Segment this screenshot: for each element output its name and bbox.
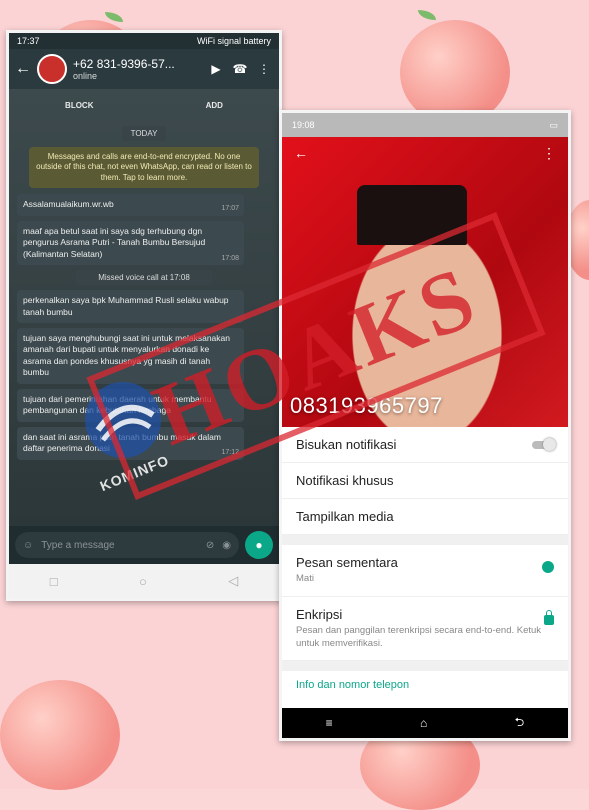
home-icon[interactable]: ○ (139, 574, 147, 589)
section-divider (282, 535, 568, 545)
message-input-bar: ☺ Type a message ⊘ ◉ ● (9, 526, 279, 564)
message-text: perkenalkan saya bpk Muhammad Rusli sela… (23, 295, 229, 317)
back-arrow-icon[interactable]: ← (294, 145, 308, 162)
menu-dots-icon[interactable]: ⋮ (542, 145, 556, 162)
contact-avatar[interactable] (37, 54, 67, 84)
setting-label: Pesan sementara (296, 555, 398, 570)
setting-disappearing-messages[interactable]: Pesan sementara Mati (282, 545, 568, 597)
home-icon[interactable]: ⌂ (420, 716, 427, 730)
message-bubble: Assalamualaikum.wr.wb 17:07 (17, 194, 244, 216)
contact-info-screenshot: 19:08 ▭ ← ⋮ 083193965797 Bisukan notifik… (279, 110, 571, 741)
battery-icon: ▭ (549, 119, 558, 130)
mic-icon: ● (255, 538, 263, 552)
block-button[interactable]: BLOCK (65, 101, 93, 110)
setting-subtitle: Mati (296, 573, 314, 584)
contact-number: +62 831-9396-57... (73, 57, 175, 71)
contact-status: online (73, 71, 98, 81)
status-time: 19:08 (292, 120, 315, 130)
message-text: maaf apa betul saat ini saya sdg terhubu… (23, 225, 206, 259)
info-phone-section: Info dan nomor telepon (296, 679, 410, 692)
emoji-icon[interactable]: ☺ (23, 540, 33, 551)
attach-icon[interactable]: ⊘ (206, 540, 214, 551)
message-bubble: perkenalkan saya bpk Muhammad Rusli sela… (17, 290, 244, 323)
android-nav-bar: □ ○ ◁ (9, 564, 279, 598)
setting-label: Enkripsi (296, 606, 343, 622)
status-bar: 19:08 ▭ (282, 113, 568, 137)
message-placeholder: Type a message (41, 539, 115, 551)
message-time: 17:08 (221, 254, 239, 262)
message-bubble: maaf apa betul saat ini saya sdg terhubu… (17, 220, 244, 266)
encryption-notice[interactable]: Messages and calls are end-to-end encryp… (29, 147, 259, 189)
section-divider (282, 661, 568, 672)
setting-label: Tampilkan media (296, 509, 394, 524)
menu-icon[interactable]: ≡ (326, 716, 333, 730)
status-icons: WiFi signal battery (196, 36, 271, 46)
setting-custom-notifications[interactable]: Notifikasi khusus (282, 463, 568, 499)
timer-icon (542, 561, 554, 573)
status-time: 17:37 (17, 36, 40, 46)
message-time: 17:07 (221, 205, 239, 213)
profile-topbar: ← ⋮ (282, 145, 568, 162)
call-icon[interactable]: ☎ (231, 62, 249, 76)
mic-button[interactable]: ● (245, 531, 273, 559)
back-arrow-icon[interactable]: ← (15, 60, 31, 78)
menu-dots-icon[interactable]: ⋮ (255, 62, 273, 76)
back-icon[interactable]: ⮌ (515, 713, 525, 734)
android-nav-bar: ≡ ⌂ ⮌ (282, 708, 568, 738)
setting-mute-notifications[interactable]: Bisukan notifikasi (282, 427, 568, 463)
date-chip: TODAY (122, 126, 166, 141)
peach-decoration (0, 680, 120, 790)
setting-subtitle: Pesan dan panggilan terenkripsi secara e… (296, 624, 542, 649)
unknown-contact-actions: BLOCK ADD (9, 89, 279, 122)
message-input[interactable]: ☺ Type a message ⊘ ◉ (15, 532, 239, 558)
add-button[interactable]: ADD (206, 101, 223, 110)
message-text: Assalamualaikum.wr.wb (23, 199, 114, 210)
setting-label: Notifikasi khusus (296, 473, 394, 488)
lock-icon (544, 609, 554, 625)
setting-encryption[interactable]: Enkripsi Pesan dan panggilan terenkripsi… (282, 597, 568, 662)
setting-show-media[interactable]: Tampilkan media (282, 499, 568, 535)
camera-icon[interactable]: ◉ (222, 540, 231, 551)
video-icon[interactable]: ▶ (207, 62, 225, 76)
mute-toggle[interactable] (532, 438, 556, 451)
back-icon[interactable]: ◁ (228, 573, 238, 589)
setting-label: Bisukan notifikasi (296, 437, 397, 452)
chat-header: ← +62 831-9396-57... online ▶ ☎ ⋮ (9, 49, 279, 89)
missed-call-notice: Missed voice call at 17:08 (76, 270, 212, 286)
contact-title[interactable]: +62 831-9396-57... online (73, 57, 201, 81)
status-bar: 17:37 WiFi signal battery (9, 33, 279, 49)
recents-icon[interactable]: □ (50, 574, 58, 589)
